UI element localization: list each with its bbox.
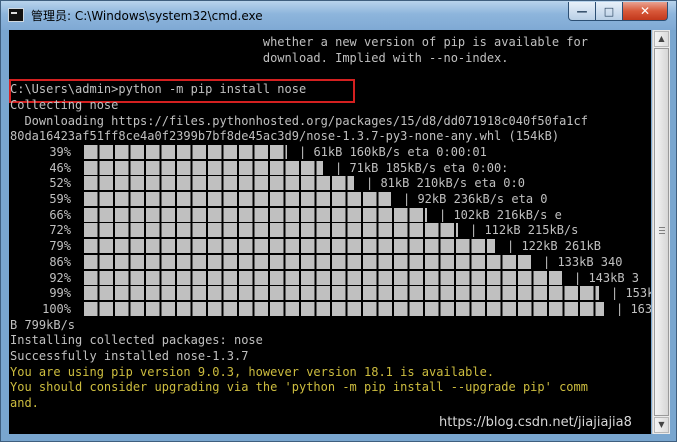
progress-percent: 79% [49,239,71,254]
progress-bar [84,270,562,285]
progress-percent: 52% [49,176,71,191]
progress-percent: 39% [49,144,71,159]
scroll-grip-icon [659,227,665,228]
scroll-up-arrow-icon[interactable]: ▲ [654,31,669,47]
progress-bar [84,239,495,254]
title-bar[interactable]: 管理员: C:\Windows\system32\cmd.exe — □ ✕ [1,1,676,30]
progress-status: | 102kB 216kB/s e [439,207,562,222]
progress-percent: 99% [49,286,71,301]
console-line: and. [10,396,39,411]
progress-status: | 153kB [611,286,651,301]
progress-bar [84,254,531,269]
minimize-button[interactable]: — [568,2,596,21]
progress-status: | 143kB 3 [574,270,640,285]
console-line: 80da16423af51ff8ce4a0f2399b7bf8de45ac3d9… [10,129,560,144]
progress-status: | 133kB 340 [543,254,623,269]
window-title: 管理员: C:\Windows\system32\cmd.exe [31,9,263,23]
progress-status: | 61kB 160kB/s eta 0:00:01 [299,144,487,159]
progress-bar [84,160,323,175]
maximize-button[interactable]: □ [596,2,623,21]
console-line: Installing collected packages: nose [10,333,263,348]
progress-bar [84,192,391,206]
console-line: You are using pip version 9.0.3, however… [10,364,495,379]
progress-bar [84,223,458,238]
console-line: download. Implied with --no-index. [10,50,509,65]
progress-bar [84,176,354,191]
close-button[interactable]: ✕ [623,2,668,21]
progress-bar [84,144,287,159]
cmd-window: 管理员: C:\Windows\system32\cmd.exe — □ ✕ w… [0,0,677,442]
scroll-thumb[interactable] [654,48,669,416]
progress-status: | 92kB 236kB/s eta 0 [403,192,548,206]
console-line: C:\Users\admin>python -m pip install nos… [10,82,307,97]
console-output[interactable]: whether a new version of pip is availabl… [9,30,651,434]
console-line: Downloading https://files.pythonhosted.o… [10,113,588,128]
progress-percent: 100% [42,301,71,316]
progress-status: | 71kB 185kB/s eta 0:00: [335,160,509,175]
progress-percent: 72% [49,223,71,238]
scroll-grip-icon [659,233,665,234]
progress-bar [84,207,427,222]
scroll-down-arrow-icon[interactable]: ▼ [654,417,669,433]
caption-buttons: — □ ✕ [568,2,668,22]
progress-bar [84,286,599,301]
progress-percent: 46% [49,160,71,175]
progress-percent: 66% [49,207,71,222]
scroll-grip-icon [659,230,665,231]
vertical-scrollbar[interactable]: ▲ ▼ [652,30,670,434]
progress-status: | 163k [616,301,651,316]
console-line: whether a new version of pip is availabl… [10,35,588,49]
progress-percent: 86% [49,254,71,269]
progress-bar [84,301,604,316]
watermark: https://blog.csdn.net/jiajiajia8 [439,415,632,430]
console-line: Successfully installed nose-1.3.7 [10,349,249,363]
progress-status: | 112kB 215kB/s [470,223,579,238]
progress-percent: 59% [49,192,71,206]
console-line: Collecting nose [10,97,119,112]
progress-status: | 122kB 261kB [507,239,601,254]
progress-status: | 81kB 210kB/s eta 0:0 [366,176,525,191]
console-line: B 799kB/s [10,317,76,332]
progress-percent: 92% [49,270,71,285]
cmd-app-icon[interactable] [8,8,24,22]
console-line: You should consider upgrading via the 'p… [10,380,588,395]
